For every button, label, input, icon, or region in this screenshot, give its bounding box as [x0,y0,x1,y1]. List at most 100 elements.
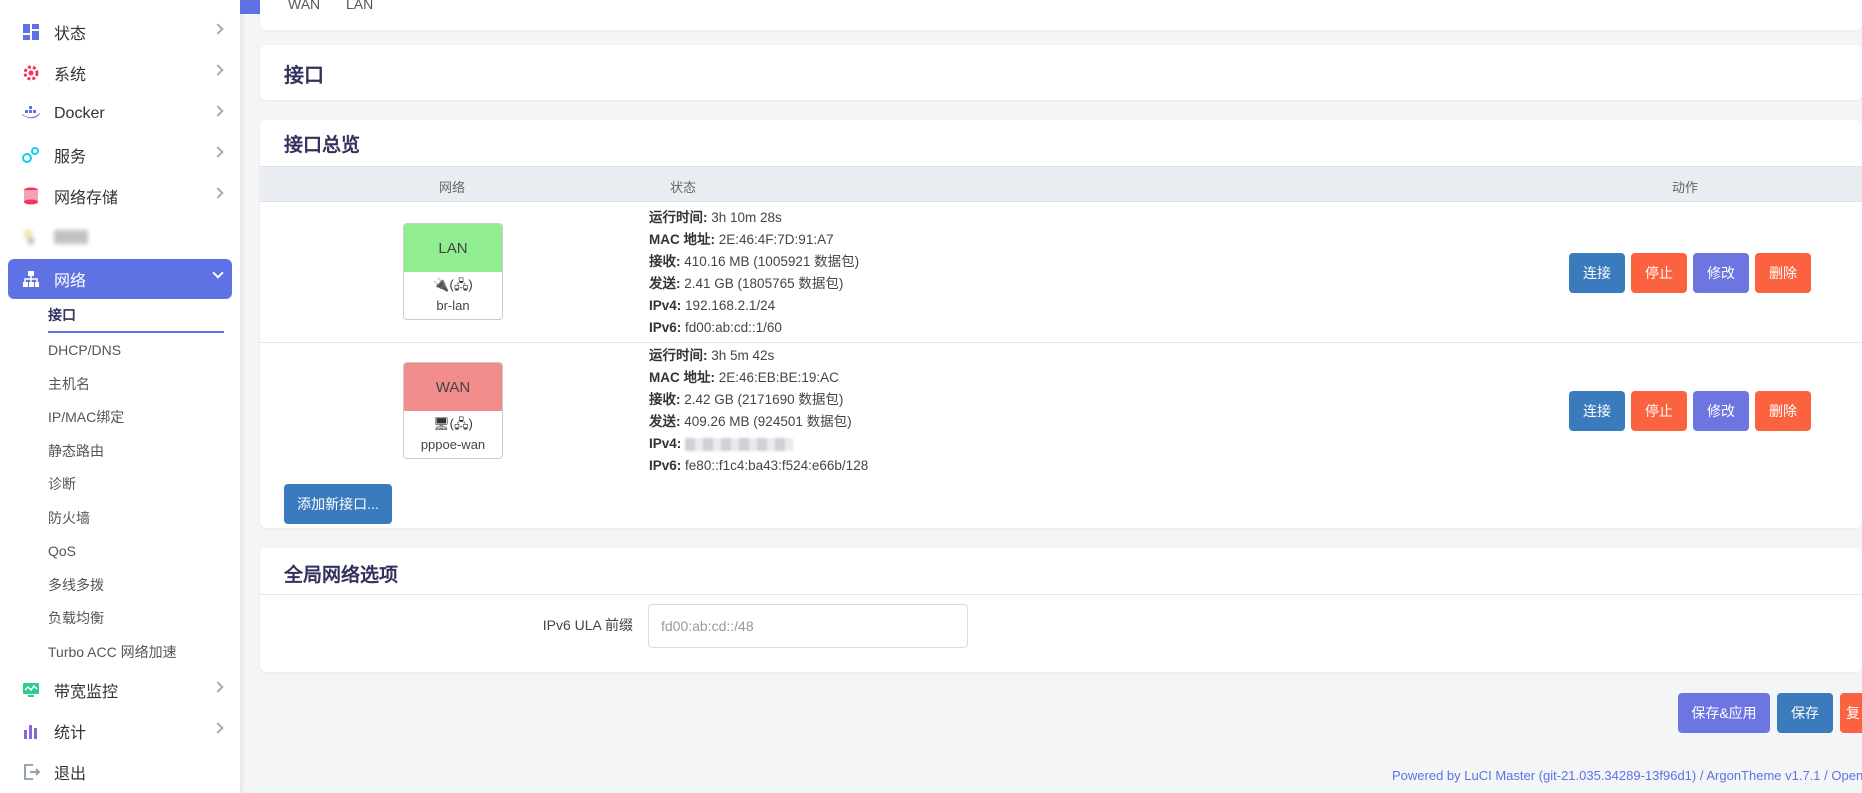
page-title-card: 接口 [260,45,1862,100]
ipv6-value: fd00:ab:cd::1/60 [685,320,782,335]
monitor-icon [20,679,42,701]
chart-icon [20,720,42,742]
sidebar: 状态 系统 Docker 服务 网络存储 网络 接口 DHCP/DNS 主机名 … [0,0,240,793]
status-label: IPv4: [649,436,682,451]
tx-value: 2.41 GB (1805765 数据包) [684,276,844,291]
table-row: WAN 🖥(🖧) pppoe-wan 运行时间: 3h 5m 42s MAC 地… [260,343,1862,473]
sidebar-item-system[interactable]: 系统 [8,53,232,93]
badge-label: LAN [404,224,502,272]
status-label: IPv4: [649,298,682,313]
column-header-status: 状态 [670,180,697,195]
interface-badge-wan[interactable]: WAN 🖥(🖧) pppoe-wan [403,362,503,459]
badge-label: WAN [404,363,502,411]
sidebar-subitem-multi-dial[interactable]: 多线多拨 [48,573,104,597]
sidebar-item-label: 统计 [54,725,87,742]
add-interface-button[interactable]: 添加新接口... [284,484,392,524]
database-icon [20,185,42,207]
blurred-label [54,230,88,244]
stop-button[interactable]: 停止 [1631,253,1687,293]
status-label: MAC 地址: [649,232,715,247]
sidebar-subitem-diagnostics[interactable]: 诊断 [48,472,76,496]
tab-wan[interactable]: WAN [288,0,320,12]
sidebar-subitem-static-routes[interactable]: 静态路由 [48,439,104,463]
mac-value: 2E:46:EB:BE:19:AC [718,370,839,385]
tab-lan[interactable]: LAN [346,0,373,12]
sidebar-item-network[interactable]: 网络 [8,259,232,299]
connect-button[interactable]: 连接 [1569,391,1625,431]
section-title: 接口总览 [284,135,361,156]
chevron-right-icon [212,722,224,734]
sidebar-item-label: 网络 [54,273,87,290]
page-title: 接口 [284,65,324,87]
docker-icon [20,103,42,125]
sidebar-item-label: 服务 [54,149,87,166]
sidebar-subitem-qos[interactable]: QoS [48,539,76,563]
device-name: pppoe-wan [420,437,486,452]
sidebar-item-hidden[interactable] [8,217,232,257]
sidebar-subitem-ip-mac-binding[interactable]: IP/MAC绑定 [48,405,124,429]
sidebar-item-bandwidth-monitor[interactable]: 带宽监控 [8,670,232,710]
sidebar-subitem-hostnames[interactable]: 主机名 [48,372,90,396]
ipv6-ula-prefix-input[interactable]: fd00:ab:cd::/48 [648,604,968,648]
delete-button[interactable]: 删除 [1755,391,1811,431]
footer-credits[interactable]: Powered by LuCI Master (git-21.035.34289… [1392,768,1862,783]
ipv6-value: fe80::f1c4:ba43:f524:e66b/128 [685,458,869,473]
sidebar-item-logout[interactable]: 退出 [8,752,232,792]
ipv4-redacted [685,437,794,451]
stop-button[interactable]: 停止 [1631,391,1687,431]
edit-button[interactable]: 修改 [1693,253,1749,293]
rx-value: 410.16 MB (1005921 数据包) [684,254,860,269]
status-label: 发送: [649,414,681,429]
save-apply-button[interactable]: 保存&应用 [1678,693,1770,733]
tx-value: 409.26 MB (924501 数据包) [684,414,852,429]
global-options-card: 全局网络选项 [260,548,1862,672]
chevron-right-icon [212,64,224,76]
gear-icon [20,62,42,84]
status-label: 发送: [649,276,681,291]
divider [260,594,1862,595]
sidebar-item-status[interactable]: 状态 [8,12,232,52]
sidebar-subitem-turbo-acc[interactable]: Turbo ACC 网络加速 [48,640,177,664]
sidebar-item-statistics[interactable]: 统计 [8,711,232,751]
mac-value: 2E:46:4F:7D:91:A7 [718,232,834,247]
interface-tabs: WAN LAN [260,0,1862,30]
chevron-right-icon [212,681,224,693]
sidebar-item-network-storage[interactable]: 网络存储 [8,176,232,216]
column-header-actions: 动作 [1672,180,1699,195]
table-row: LAN 🔌(🖧) br-lan 运行时间: 3h 10m 28s MAC 地址:… [260,203,1862,343]
edit-button[interactable]: 修改 [1693,391,1749,431]
status-label: IPv6: [649,458,682,473]
services-icon [20,144,42,166]
reset-button[interactable]: 复 [1840,693,1862,733]
delete-button[interactable]: 删除 [1755,253,1811,293]
sidebar-subitem-firewall[interactable]: 防火墙 [48,506,90,530]
sidebar-item-label: Docker [54,105,105,122]
sidebar-subitem-dhcp-dns[interactable]: DHCP/DNS [48,338,121,362]
section-title: 全局网络选项 [284,565,399,586]
chevron-right-icon [212,23,224,35]
sidebar-item-docker[interactable]: Docker [8,94,232,134]
ipv6-ula-label: IPv6 ULA 前缀 [542,617,633,633]
status-label: 运行时间: [649,348,708,363]
sidebar-item-services[interactable]: 服务 [8,135,232,175]
status-label: 接收: [649,392,681,407]
device-name: br-lan [436,298,470,313]
interface-badge-lan[interactable]: LAN 🔌(🖧) br-lan [403,223,503,320]
interface-status: 运行时间: 3h 10m 28s MAC 地址: 2E:46:4F:7D:91:… [649,207,859,339]
chevron-down-icon [212,267,224,279]
chevron-right-icon [212,105,224,117]
device-icons: 🔌(🖧) [433,277,473,292]
status-label: 运行时间: [649,210,708,225]
interface-overview-card: 接口总览 网络 状态 动作 LAN 🔌(🖧) br-lan 运行时间: 3h 1… [260,120,1862,528]
save-button[interactable]: 保存 [1777,693,1833,733]
sidebar-subitem-load-balance[interactable]: 负载均衡 [48,606,104,630]
sidebar-subitem-interfaces[interactable]: 接口 [48,303,76,327]
chevron-right-icon [212,187,224,199]
interface-status: 运行时间: 3h 5m 42s MAC 地址: 2E:46:EB:BE:19:A… [649,345,868,477]
dashboard-icon [20,21,42,43]
header-accent [240,0,260,14]
sidebar-item-label: 退出 [54,766,87,783]
sidebar-item-label: 带宽监控 [54,684,119,701]
connect-button[interactable]: 连接 [1569,253,1625,293]
column-header-network: 网络 [439,180,466,195]
